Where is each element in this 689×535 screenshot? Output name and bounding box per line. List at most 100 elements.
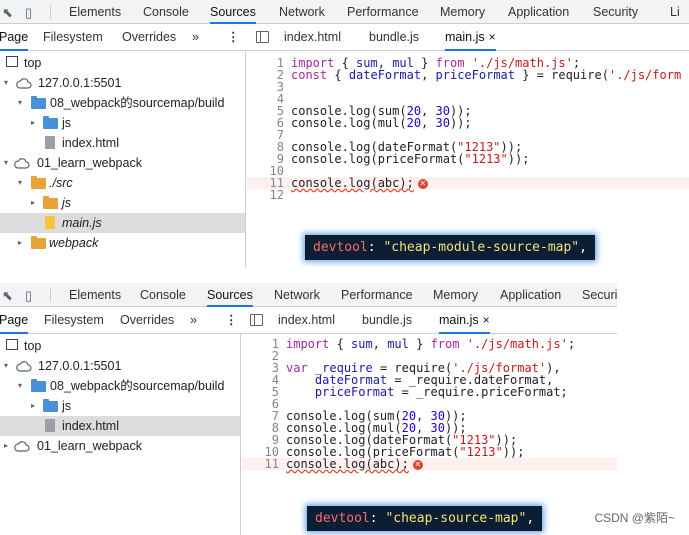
file-tab-bundle-js[interactable]: bundle.js — [369, 24, 419, 51]
tab-sources[interactable]: Sources — [210, 0, 256, 24]
file-tab-index-html[interactable]: index.html — [278, 307, 335, 334]
expand-arrow-icon[interactable]: ▾ — [18, 93, 22, 113]
code-token: = _require.priceFormat; — [394, 385, 568, 399]
tab-security[interactable]: Security — [593, 0, 638, 24]
code-line[interactable]: 11 console.log(abc); ✕ — [242, 458, 617, 470]
tree-label: js — [62, 399, 72, 413]
code-token: , — [421, 116, 436, 130]
subtab-overrides[interactable]: Overrides — [122, 24, 176, 51]
tab-performance[interactable]: Performance — [341, 283, 413, 307]
tab-performance[interactable]: Performance — [347, 0, 419, 24]
devtool-setting-badge: devtool: "cheap-module-source-map", — [305, 235, 595, 260]
collapse-arrow-icon[interactable]: ▸ — [31, 113, 35, 133]
tree-label: 01_learn_webpack — [37, 156, 142, 170]
tab-network[interactable]: Network — [279, 0, 325, 24]
device-toolbar-icon[interactable]: ▯ — [25, 5, 32, 21]
devtools-main-toolbar: ⬉ ▯ Elements Console Sources Network Per… — [0, 283, 617, 307]
tree-node-top[interactable]: top — [0, 336, 240, 356]
tree-node-webpack[interactable]: ▸ webpack — [0, 233, 245, 253]
tree-node-index-html[interactable]: index.html — [0, 416, 240, 436]
expand-arrow-icon[interactable]: ▾ — [18, 376, 22, 396]
devtool-setting-badge: devtool: "cheap-source-map", — [307, 506, 543, 531]
more-options-icon[interactable]: ⋮ — [227, 24, 240, 51]
folder-icon — [31, 379, 46, 392]
code-line[interactable]: 5 priceFormat = _require.priceFormat; — [242, 386, 617, 398]
expand-arrow-icon[interactable]: ▾ — [18, 173, 22, 193]
more-tabs-icon[interactable]: » — [192, 24, 199, 51]
error-icon[interactable]: ✕ — [412, 459, 423, 470]
file-tab-bundle-js[interactable]: bundle.js — [362, 307, 412, 334]
code-token: { — [327, 68, 349, 82]
tree-label: top — [24, 56, 42, 70]
code-line[interactable]: 2 const { dateFormat, priceFormat } = req… — [247, 69, 689, 81]
tab-console[interactable]: Console — [143, 0, 189, 24]
subtab-filesystem[interactable]: Filesystem — [44, 307, 104, 334]
tab-memory[interactable]: Memory — [440, 0, 485, 24]
code-line[interactable]: 6 console.log(mul(20, 30)); — [247, 117, 689, 129]
code-token: 30 — [435, 116, 450, 130]
subtab-page[interactable]: Page — [0, 24, 29, 51]
device-toolbar-icon[interactable]: ▯ — [25, 288, 32, 304]
code-line[interactable]: 12 — [247, 189, 689, 201]
badge-value: "cheap-module-source-map" — [383, 240, 580, 255]
tree-node-learn-webpack[interactable]: ▾ 01_learn_webpack — [0, 153, 245, 173]
tree-node-learn-webpack[interactable]: ▸ 01_learn_webpack — [0, 436, 240, 456]
line-number[interactable]: 11 — [242, 458, 279, 470]
code-token: console.log(abc); — [286, 457, 409, 471]
inspect-element-icon[interactable]: ⬉ — [2, 288, 13, 304]
file-tab-main-js[interactable]: main.js × — [445, 24, 496, 51]
tree-node-js[interactable]: ▸ js — [0, 113, 245, 133]
error-icon[interactable]: ✕ — [417, 178, 428, 189]
more-options-icon[interactable]: ⋮ — [225, 307, 238, 334]
tab-elements[interactable]: Elements — [69, 0, 121, 24]
subtab-overrides[interactable]: Overrides — [120, 307, 174, 334]
code-editor[interactable]: 1 import { sum, mul } from './js/math.js'… — [242, 334, 617, 535]
more-tabs-icon[interactable]: » — [190, 307, 197, 334]
tree-node-src[interactable]: ▾ ./src — [0, 173, 245, 193]
tab-network[interactable]: Network — [274, 283, 320, 307]
subtab-filesystem[interactable]: Filesystem — [43, 24, 103, 51]
code-line[interactable]: 11 console.log(abc); ✕ — [247, 177, 689, 189]
tree-node-origin[interactable]: ▾ 127.0.0.1:5501 — [0, 356, 240, 376]
close-tab-icon[interactable]: × — [489, 30, 496, 44]
collapse-arrow-icon[interactable]: ▸ — [4, 436, 8, 456]
folder-icon — [43, 196, 58, 209]
expand-arrow-icon[interactable]: ▾ — [4, 73, 8, 93]
tree-node-build[interactable]: ▾ 08_webpack的sourcemap/build — [0, 93, 245, 113]
file-tab-main-js[interactable]: main.js × — [439, 307, 490, 334]
toggle-sidebar-icon[interactable] — [250, 314, 263, 326]
code-text: console.log(abc); ✕ — [291, 177, 428, 189]
code-line[interactable]: 3 — [247, 81, 689, 93]
tree-node-index-html[interactable]: index.html — [0, 133, 245, 153]
tab-elements[interactable]: Elements — [69, 283, 121, 307]
code-token: from — [430, 337, 460, 351]
file-tab-index-html[interactable]: index.html — [284, 24, 341, 51]
tab-sources[interactable]: Sources — [207, 283, 253, 307]
tab-security[interactable]: Securi — [582, 283, 617, 307]
cloud-icon — [16, 361, 32, 372]
tree-node-top[interactable]: top — [0, 53, 245, 73]
expand-arrow-icon[interactable]: ▾ — [4, 356, 8, 376]
collapse-arrow-icon[interactable]: ▸ — [31, 396, 35, 416]
tree-node-origin[interactable]: ▾ 127.0.0.1:5501 — [0, 73, 245, 93]
tab-console[interactable]: Console — [140, 283, 186, 307]
tab-application[interactable]: Application — [500, 283, 561, 307]
tree-node-js[interactable]: ▸ js — [0, 396, 240, 416]
code-line[interactable]: 1 import { sum, mul } from './js/math.js'… — [242, 338, 617, 350]
tab-memory[interactable]: Memory — [433, 283, 478, 307]
tree-node-src-js[interactable]: ▸ js — [0, 193, 245, 213]
line-number[interactable]: 12 — [247, 189, 284, 201]
tree-node-build[interactable]: ▾ 08_webpack的sourcemap/build — [0, 376, 240, 396]
tree-node-main-js[interactable]: main.js — [0, 213, 245, 233]
code-line[interactable]: 9 console.log(priceFormat("1213")); — [247, 153, 689, 165]
file-navigator-tree: top ▾ 127.0.0.1:5501 ▾ 08_webpack的source… — [0, 334, 241, 535]
tab-lighthouse[interactable]: Li — [670, 0, 680, 24]
subtab-page[interactable]: Page — [0, 307, 29, 334]
collapse-arrow-icon[interactable]: ▸ — [18, 233, 22, 253]
tab-application[interactable]: Application — [508, 0, 569, 24]
collapse-arrow-icon[interactable]: ▸ — [31, 193, 35, 213]
close-tab-icon[interactable]: × — [483, 313, 490, 327]
inspect-element-icon[interactable]: ⬉ — [2, 5, 13, 21]
toggle-sidebar-icon[interactable] — [256, 31, 269, 43]
expand-arrow-icon[interactable]: ▾ — [4, 153, 8, 173]
